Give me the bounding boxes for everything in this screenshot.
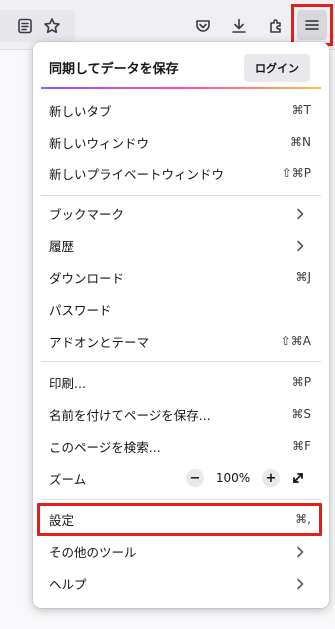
zoom-in-button[interactable]: + xyxy=(262,468,280,488)
menu-item-shortcut: ⌘F xyxy=(292,439,311,453)
sync-label: 同期してデータを保存 xyxy=(49,62,179,77)
menu-item-help[interactable]: ヘルプ xyxy=(33,568,329,598)
menu-divider xyxy=(41,499,321,500)
menu-item-label: その他のツール xyxy=(49,544,137,560)
chevron-right-icon xyxy=(293,544,307,558)
menu-item-label: 履歴 xyxy=(49,238,75,254)
menu-item-shortcut: ⌘J xyxy=(295,270,311,284)
settings-highlight-box xyxy=(37,503,322,536)
menu-item-label: 新しいプライベートウィンドウ xyxy=(49,166,225,182)
menu-item-new-tab[interactable]: 新しいタブ ⌘T xyxy=(33,95,329,125)
menu-item-new-private-window[interactable]: 新しいプライベートウィンドウ ⇧⌘P xyxy=(33,158,329,188)
zoom-reset-button[interactable]: 100% xyxy=(210,468,256,488)
pocket-icon[interactable] xyxy=(191,14,215,38)
menu-item-label: ヘルプ xyxy=(49,576,87,592)
menu-item-label: 新しいタブ xyxy=(49,103,112,119)
menu-item-label: ダウンロード xyxy=(49,270,125,286)
extensions-icon[interactable] xyxy=(264,14,288,38)
menu-item-history[interactable]: 履歴 xyxy=(33,230,329,260)
menu-item-label: 印刷... xyxy=(49,375,86,391)
login-button[interactable]: ログイン xyxy=(244,54,310,82)
minus-icon: − xyxy=(186,469,204,487)
menu-item-print[interactable]: 印刷... ⌘P xyxy=(33,367,329,397)
menu-item-shortcut: ⇧⌘A xyxy=(280,334,311,348)
menu-button-highlight xyxy=(291,4,333,46)
menu-item-more-tools[interactable]: その他のツール xyxy=(33,536,329,566)
chevron-right-icon xyxy=(293,238,307,252)
menu-item-label: 名前を付けてページを保存... xyxy=(49,407,211,423)
menu-item-label: このページを検索... xyxy=(49,439,161,455)
menu-item-shortcut: ⌘N xyxy=(290,135,311,149)
menu-item-label: 新しいウィンドウ xyxy=(49,135,150,151)
sync-header: 同期してデータを保存 ログイン xyxy=(33,42,329,88)
menu-divider xyxy=(41,195,321,196)
menu-item-new-window[interactable]: 新しいウィンドウ ⌘N xyxy=(33,127,329,157)
menu-item-label: アドオンとテーマ xyxy=(49,334,150,350)
menu-item-label: パスワード xyxy=(49,302,112,318)
bookmark-star-icon[interactable] xyxy=(40,14,64,38)
hamburger-menu-icon xyxy=(305,20,319,30)
menu-item-zoom: ズーム − 100% + xyxy=(33,463,329,493)
accent-divider xyxy=(41,87,321,89)
chevron-right-icon xyxy=(293,576,307,590)
menu-divider xyxy=(41,361,321,362)
reader-view-icon[interactable] xyxy=(13,14,37,38)
hamburger-menu-button[interactable] xyxy=(297,10,327,40)
menu-item-label: ブックマーク xyxy=(49,206,125,222)
download-icon[interactable] xyxy=(227,14,251,38)
chevron-right-icon xyxy=(293,206,307,220)
menu-item-shortcut: ⇧⌘P xyxy=(281,166,311,180)
menu-item-passwords[interactable]: パスワード xyxy=(33,294,329,324)
fullscreen-icon xyxy=(293,473,303,483)
zoom-label: ズーム xyxy=(49,471,87,487)
menu-item-addons[interactable]: アドオンとテーマ ⇧⌘A xyxy=(33,326,329,356)
menu-item-find[interactable]: このページを検索... ⌘F xyxy=(33,431,329,461)
menu-item-shortcut: ⌘S xyxy=(291,407,311,421)
menu-item-shortcut: ⌘P xyxy=(291,375,311,389)
menu-item-downloads[interactable]: ダウンロード ⌘J xyxy=(33,262,329,292)
menu-item-shortcut: ⌘T xyxy=(291,103,311,117)
menu-item-bookmarks[interactable]: ブックマーク xyxy=(33,198,329,228)
zoom-value: 100% xyxy=(215,471,251,485)
zoom-out-button[interactable]: − xyxy=(186,468,204,488)
fullscreen-button[interactable] xyxy=(289,468,307,488)
plus-icon: + xyxy=(262,469,280,487)
menu-item-save-page[interactable]: 名前を付けてページを保存... ⌘S xyxy=(33,399,329,429)
